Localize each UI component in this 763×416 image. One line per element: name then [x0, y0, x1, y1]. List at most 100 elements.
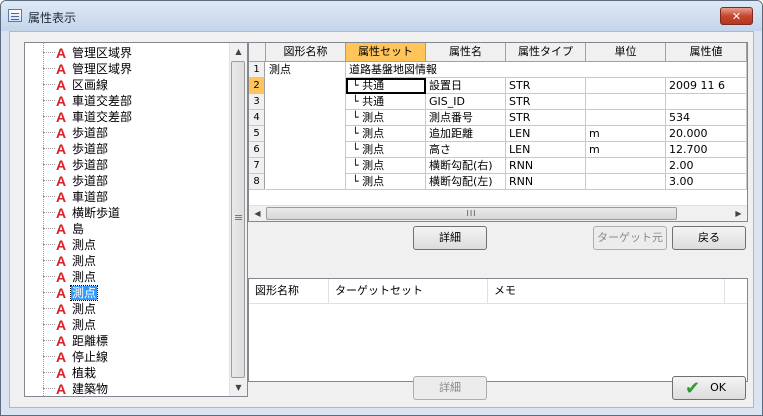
tree-item[interactable]: A 歩道部 [25, 125, 230, 141]
tree-item[interactable]: A 測点 [25, 253, 230, 269]
cell-unit[interactable] [586, 158, 666, 174]
attribute-grid-horizontal-scrollbar[interactable]: ◀ III ▶ [249, 205, 747, 221]
ok-button[interactable]: ✔ OK [672, 376, 746, 400]
column-header-attribute-value[interactable]: 属性値 [666, 43, 747, 61]
row-number[interactable]: 2 [249, 78, 265, 94]
target-grid[interactable]: 図形名称 ターゲットセット メモ [248, 278, 748, 382]
tree-connector [43, 388, 55, 389]
cell-attribute-group[interactable]: 道路基盤地図情報 [346, 62, 747, 78]
cell-attribute-name[interactable]: 測点番号 [426, 110, 506, 126]
detail-button-top[interactable]: 詳細 [413, 226, 487, 250]
cell-attribute-type[interactable]: STR [506, 78, 586, 94]
tree-item[interactable]: A 管理区域界 [25, 45, 230, 61]
cell-attribute-type[interactable]: RNN [506, 158, 586, 174]
tree-item[interactable]: A島 [25, 221, 230, 237]
cell-unit[interactable] [586, 110, 666, 126]
row-number[interactable]: 3 [249, 94, 265, 110]
column-header-shape-name[interactable]: 図形名称 [266, 43, 346, 61]
scroll-thumb[interactable] [231, 61, 245, 378]
scroll-up-arrow[interactable]: ▲ [230, 43, 247, 60]
cell-shape-name[interactable]: 測点 [266, 62, 346, 190]
tree-item[interactable]: A 測点 [25, 237, 230, 253]
cell-unit[interactable]: m [586, 126, 666, 142]
scroll-down-arrow[interactable]: ▼ [230, 379, 247, 396]
row-number[interactable]: 6 [249, 142, 265, 158]
row-number[interactable]: 1 [249, 62, 265, 78]
cell-attribute-set[interactable]: └ 測点 [346, 142, 426, 158]
cell-attribute-name[interactable]: 設置日 [426, 78, 506, 94]
tree-item[interactable]: A 測点 [25, 285, 230, 301]
target-source-button[interactable]: ターゲット元 [593, 226, 667, 250]
cell-attribute-name[interactable]: 高さ [426, 142, 506, 158]
row-number[interactable]: 5 [249, 126, 265, 142]
cell-attribute-type[interactable]: STR [506, 94, 586, 110]
cell-attribute-type[interactable]: RNN [506, 174, 586, 190]
cell-attribute-set[interactable]: └ 測点 [346, 110, 426, 126]
tree-item[interactable]: A 車道交差部 [25, 93, 230, 109]
tree-item[interactable]: A 区画線 [25, 77, 230, 93]
detail-button-bottom[interactable]: 詳細 [413, 376, 487, 400]
tree-item[interactable]: A 測点 [25, 317, 230, 333]
annotation-a-icon: A [56, 285, 67, 301]
cell-attribute-value[interactable]: 2.00 [666, 158, 747, 174]
cell-attribute-set[interactable]: └ 測点 [346, 126, 426, 142]
tree-connector [43, 148, 55, 149]
cell-attribute-set[interactable]: └ 共通 [346, 94, 426, 110]
tree-item[interactable]: A 車道交差部 [25, 109, 230, 125]
cell-attribute-type[interactable]: LEN [506, 142, 586, 158]
annotation-a-icon: A [56, 349, 67, 365]
cell-attribute-name[interactable]: 追加距離 [426, 126, 506, 142]
horizontal-scroll-thumb[interactable]: III [266, 207, 677, 220]
column-header-attribute-type[interactable]: 属性タイプ [506, 43, 586, 61]
tree-item[interactable]: A 歩道部 [25, 173, 230, 189]
cell-attribute-value[interactable]: 12.700 [666, 142, 747, 158]
column-header-target-set[interactable]: ターゲットセット [329, 279, 488, 303]
tree-vertical-scrollbar[interactable]: ▲ ▼ [229, 43, 247, 396]
cell-attribute-value[interactable]: 2009 11 6 [666, 78, 747, 94]
close-button[interactable]: ✕ [720, 7, 753, 25]
tree-item[interactable]: A 植栽 [25, 365, 230, 381]
tree-item[interactable]: A 測点 [25, 301, 230, 317]
tree-item[interactable]: A 測点 [25, 269, 230, 285]
cell-attribute-set[interactable]: └ 測点 [346, 158, 426, 174]
cell-unit[interactable] [586, 78, 666, 94]
column-header-shape-name[interactable]: 図形名称 [249, 279, 329, 303]
tree-item[interactable]: A 建築物 [25, 381, 230, 396]
tree-item[interactable]: A 車道部 [25, 189, 230, 205]
column-header-attribute-set[interactable]: 属性セット [346, 43, 426, 61]
tree-item[interactable]: A 横断歩道 [25, 205, 230, 221]
cell-unit[interactable]: m [586, 142, 666, 158]
title-bar[interactable]: 属性表示 ✕ [1, 1, 762, 31]
column-header-unit[interactable]: 単位 [586, 43, 666, 61]
cell-attribute-value[interactable]: 3.00 [666, 174, 747, 190]
back-button[interactable]: 戻る [672, 226, 746, 250]
row-number[interactable]: 7 [249, 158, 265, 174]
cell-attribute-value[interactable]: 20.000 [666, 126, 747, 142]
cell-attribute-name[interactable]: 横断勾配(右) [426, 158, 506, 174]
scroll-left-arrow[interactable]: ◀ [249, 206, 266, 221]
column-header-memo[interactable]: メモ [488, 279, 725, 303]
cell-attribute-name[interactable]: GIS_ID [426, 94, 506, 110]
tree-item[interactable]: A 管理区域界 [25, 61, 230, 77]
cell-attribute-set[interactable]: └ 共通 [346, 78, 426, 94]
tree-item[interactable]: A 歩道部 [25, 141, 230, 157]
annotation-a-icon: A [56, 109, 67, 125]
scroll-right-arrow[interactable]: ▶ [730, 206, 747, 221]
cell-attribute-set[interactable]: └ 測点 [346, 174, 426, 190]
tree-item[interactable]: A 歩道部 [25, 157, 230, 173]
cell-attribute-value[interactable]: 534 [666, 110, 747, 126]
cell-unit[interactable] [586, 174, 666, 190]
row-number[interactable]: 4 [249, 110, 265, 126]
column-header-attribute-name[interactable]: 属性名 [426, 43, 506, 61]
cell-attribute-type[interactable]: STR [506, 110, 586, 126]
shape-tree[interactable]: A 管理区域界 A 管理区域界 A 区画線 A 車道交差部 A 車道交差部 A 歩道部 A 歩道部 A 歩道部… [24, 42, 248, 397]
cell-attribute-name[interactable]: 横断勾配(左) [426, 174, 506, 190]
cell-attribute-type[interactable]: LEN [506, 126, 586, 142]
row-number[interactable]: 8 [249, 174, 265, 190]
attribute-grid[interactable]: 図形名称 属性セット 属性名 属性タイプ 単位 属性値 測点 1 道路基盤地図情報 2… [248, 42, 748, 222]
tree-item[interactable]: A 距離標 [25, 333, 230, 349]
tree-item[interactable]: A 停止線 [25, 349, 230, 365]
cell-attribute-value[interactable] [666, 94, 747, 110]
annotation-a-icon: A [56, 77, 67, 93]
cell-unit[interactable] [586, 94, 666, 110]
